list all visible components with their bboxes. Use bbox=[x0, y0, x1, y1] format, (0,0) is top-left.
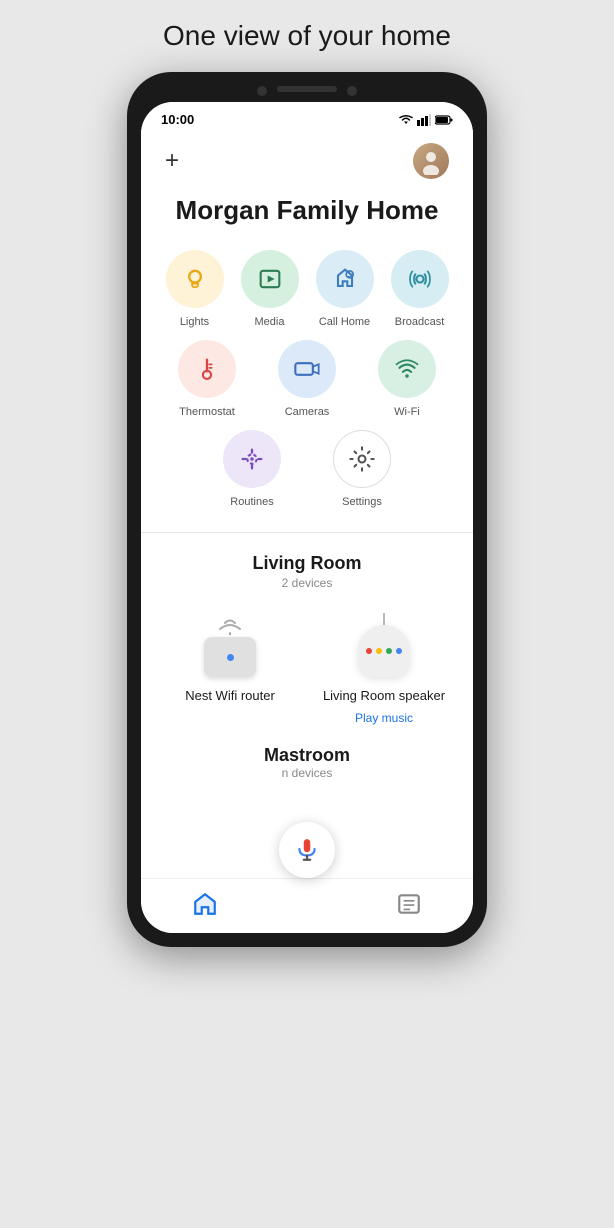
status-bar: 10:00 bbox=[141, 102, 473, 133]
mic-fab-wrap bbox=[141, 822, 473, 878]
shortcuts-row-3: Routines Settings bbox=[161, 430, 453, 508]
shortcut-lights[interactable]: Lights bbox=[161, 250, 228, 328]
mic-button[interactable] bbox=[279, 822, 335, 878]
living-room-speaker-card[interactable]: Living Room speaker Play music bbox=[315, 610, 453, 725]
section-divider bbox=[141, 532, 473, 533]
bottom-nav bbox=[141, 878, 473, 933]
shortcut-media[interactable]: Media bbox=[236, 250, 303, 328]
master-room-section: Mast room n devices bbox=[161, 745, 453, 780]
phone-speaker-grille bbox=[277, 86, 337, 92]
battery-status-icon bbox=[435, 115, 453, 125]
wifi-circle bbox=[378, 340, 436, 398]
living-room-section: Living Room 2 devices bbox=[161, 553, 453, 725]
routines-label: Routines bbox=[230, 496, 273, 508]
play-music-button[interactable]: Play music bbox=[355, 711, 413, 725]
living-room-title: Living Room bbox=[161, 553, 453, 574]
shortcut-cameras[interactable]: Cameras bbox=[261, 340, 353, 418]
lights-icon bbox=[181, 265, 209, 293]
phone-screen: 10:00 bbox=[141, 102, 473, 933]
lights-label: Lights bbox=[180, 316, 209, 328]
broadcast-circle bbox=[391, 250, 449, 308]
shortcut-settings[interactable]: Settings bbox=[311, 430, 413, 508]
status-time: 10:00 bbox=[161, 112, 194, 127]
nav-home[interactable] bbox=[192, 891, 218, 917]
shortcut-thermostat[interactable]: Thermostat bbox=[161, 340, 253, 418]
home-nav-icon bbox=[192, 891, 218, 917]
settings-label: Settings bbox=[342, 496, 382, 508]
shortcuts-row-1: Lights Media bbox=[161, 250, 453, 328]
master-title-rest: room bbox=[305, 745, 350, 766]
broadcast-label: Broadcast bbox=[395, 316, 445, 328]
shortcut-wifi[interactable]: Wi-Fi bbox=[361, 340, 453, 418]
routines-icon bbox=[238, 445, 266, 473]
lights-circle bbox=[166, 250, 224, 308]
devices-grid: Nest Wifi router bbox=[161, 610, 453, 725]
page-title: One view of your home bbox=[163, 20, 451, 52]
add-button[interactable]: + bbox=[165, 149, 179, 173]
shortcut-broadcast[interactable]: Broadcast bbox=[386, 250, 453, 328]
shortcut-call-home[interactable]: Call Home bbox=[311, 250, 378, 328]
signal-status-icon bbox=[417, 114, 431, 126]
living-room-device-count: 2 devices bbox=[161, 576, 453, 590]
nest-wifi-signal-icon bbox=[210, 613, 250, 635]
phone-camera bbox=[257, 86, 267, 96]
nest-wifi-name: Nest Wifi router bbox=[185, 688, 275, 703]
avatar[interactable] bbox=[413, 143, 449, 179]
call-home-label: Call Home bbox=[319, 316, 370, 328]
status-icons bbox=[399, 114, 453, 126]
master-room-count: n devices bbox=[282, 766, 333, 780]
thermostat-label: Thermostat bbox=[179, 406, 235, 418]
phone-sensor bbox=[347, 86, 357, 96]
broadcast-icon bbox=[406, 265, 434, 293]
cameras-icon bbox=[293, 355, 321, 383]
shortcuts-row-2: Thermostat Cameras bbox=[161, 340, 453, 418]
cameras-label: Cameras bbox=[285, 406, 330, 418]
wifi-label: Wi-Fi bbox=[394, 406, 420, 418]
thermostat-icon bbox=[193, 355, 221, 383]
settings-circle bbox=[333, 430, 391, 488]
living-room-speaker-name: Living Room speaker bbox=[323, 688, 445, 703]
media-label: Media bbox=[255, 316, 285, 328]
master-title-partial: Mast bbox=[264, 745, 305, 766]
routines-circle bbox=[223, 430, 281, 488]
thermostat-circle bbox=[178, 340, 236, 398]
list-nav-icon bbox=[396, 891, 422, 917]
wifi-status-icon bbox=[399, 114, 413, 126]
nav-list[interactable] bbox=[396, 891, 422, 917]
mic-icon bbox=[294, 837, 320, 863]
phone-frame: 10:00 bbox=[127, 72, 487, 947]
call-home-icon bbox=[331, 265, 359, 293]
app-content: + Morgan Family Home bbox=[141, 133, 473, 850]
phone-notch bbox=[141, 86, 473, 96]
bottom-area bbox=[141, 822, 473, 933]
nest-wifi-icon-wrap bbox=[190, 610, 270, 680]
top-bar: + bbox=[161, 133, 453, 195]
avatar-image bbox=[413, 143, 449, 179]
nest-wifi-card[interactable]: Nest Wifi router bbox=[161, 610, 299, 725]
master-room-title-row: Mast room bbox=[264, 745, 350, 766]
media-circle bbox=[241, 250, 299, 308]
settings-icon bbox=[348, 445, 376, 473]
call-home-circle bbox=[316, 250, 374, 308]
shortcut-routines[interactable]: Routines bbox=[201, 430, 303, 508]
wifi-icon bbox=[393, 355, 421, 383]
speaker-icon-wrap bbox=[344, 610, 424, 680]
cameras-circle bbox=[278, 340, 336, 398]
media-icon bbox=[256, 265, 284, 293]
home-title: Morgan Family Home bbox=[161, 195, 453, 226]
